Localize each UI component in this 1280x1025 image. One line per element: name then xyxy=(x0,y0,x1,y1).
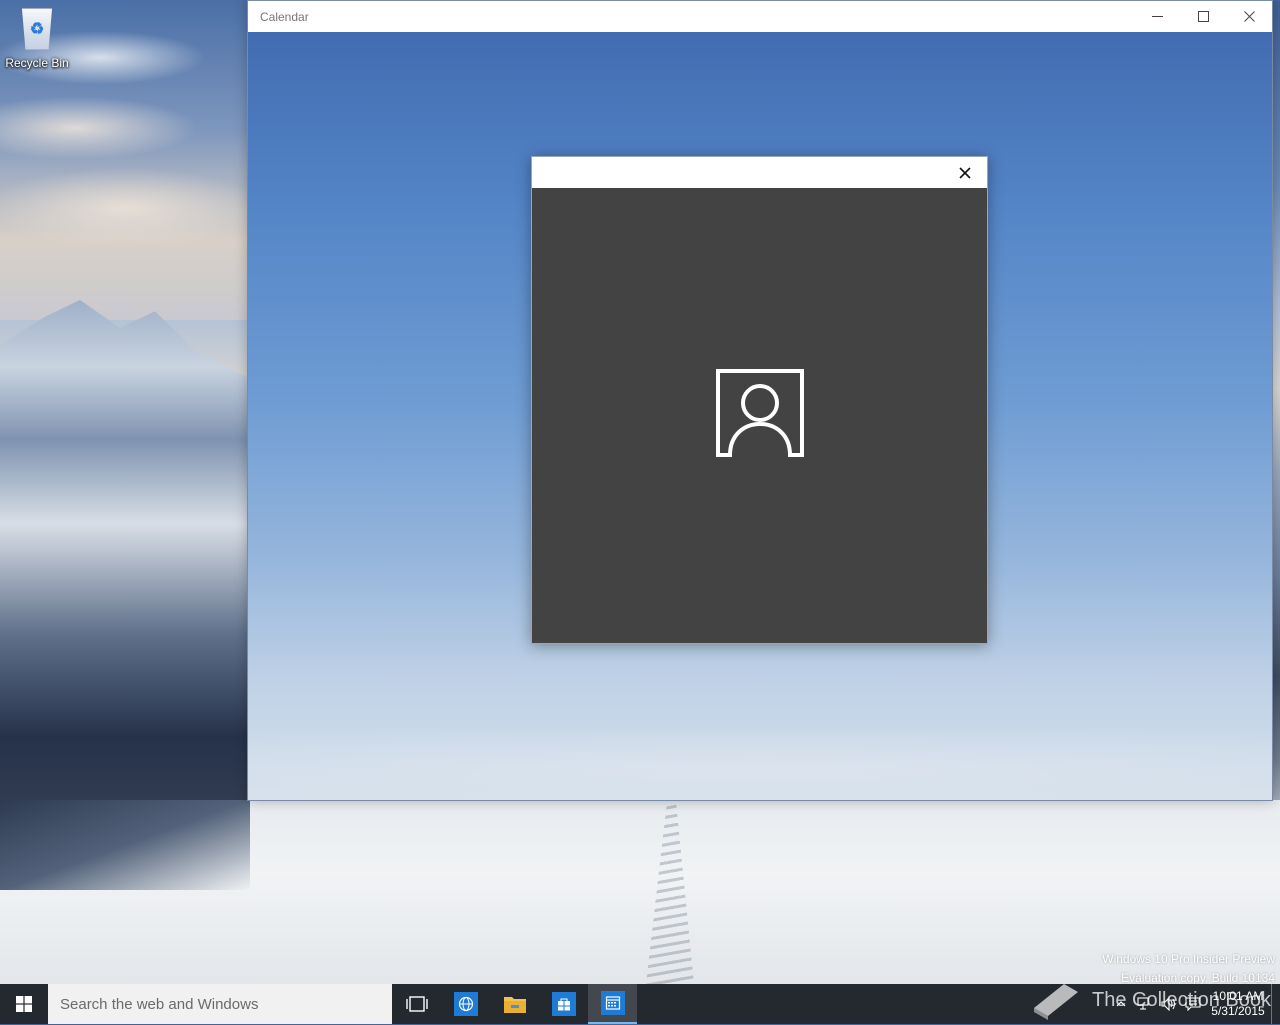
taskbar-file-explorer-button[interactable] xyxy=(490,984,539,1024)
minimize-icon xyxy=(1151,16,1163,17)
globe-icon xyxy=(453,992,478,1016)
clock-date: 5/31/2015 xyxy=(1211,1004,1265,1018)
folder-icon xyxy=(503,997,526,1013)
system-clock[interactable]: 10:01 AM 5/31/2015 xyxy=(1205,989,1271,1019)
build-watermark: Windows 10 Pro Insider Preview Evaluatio… xyxy=(1102,950,1275,988)
window-title: Calendar xyxy=(260,9,309,24)
taskbar: Search the web and Windows 10:01 AM 5/31… xyxy=(0,984,1280,1024)
action-center-icon[interactable] xyxy=(1181,984,1205,1024)
clock-time: 10:01 AM xyxy=(1212,989,1264,1003)
window-titlebar[interactable]: Calendar xyxy=(248,1,1272,32)
close-icon xyxy=(1243,11,1255,22)
show-desktop-button[interactable] xyxy=(1271,984,1280,1024)
dialog-body xyxy=(532,188,987,643)
chevron-up-icon[interactable] xyxy=(1109,984,1133,1024)
close-window-button[interactable] xyxy=(1226,1,1272,32)
store-icon xyxy=(551,992,576,1016)
network-icon[interactable] xyxy=(1133,984,1157,1024)
desktop-snow xyxy=(0,800,1280,984)
close-icon xyxy=(959,167,971,179)
window-controls xyxy=(1134,1,1272,32)
maximize-button[interactable] xyxy=(1180,1,1226,32)
taskbar-edge-button[interactable] xyxy=(441,984,490,1024)
desktop-icon-recycle-bin[interactable]: ♻ Recycle Bin xyxy=(4,8,70,70)
dialog-close-button[interactable] xyxy=(953,162,977,184)
desktop-icon-label: Recycle Bin xyxy=(5,56,69,70)
search-input[interactable]: Search the web and Windows xyxy=(48,984,392,1024)
start-button[interactable] xyxy=(0,984,48,1024)
watermark-line1: Windows 10 Pro Insider Preview xyxy=(1102,952,1275,966)
maximize-icon xyxy=(1197,11,1209,22)
dialog-header xyxy=(532,157,987,188)
desktop-mountains xyxy=(0,300,250,860)
volume-icon[interactable] xyxy=(1157,984,1181,1024)
minimize-button[interactable] xyxy=(1134,1,1180,32)
account-icon xyxy=(715,368,804,457)
task-view-button[interactable] xyxy=(392,984,441,1024)
search-placeholder: Search the web and Windows xyxy=(60,995,259,1013)
recycle-bin-icon: ♻ xyxy=(21,8,53,50)
windows-logo-icon xyxy=(16,996,32,1012)
taskbar-store-button[interactable] xyxy=(539,984,588,1024)
account-dialog xyxy=(531,156,988,644)
taskbar-calendar-button[interactable] xyxy=(588,984,637,1024)
task-view-icon xyxy=(405,996,428,1012)
system-tray: 10:01 AM 5/31/2015 xyxy=(1109,984,1280,1024)
calendar-icon xyxy=(600,991,625,1015)
